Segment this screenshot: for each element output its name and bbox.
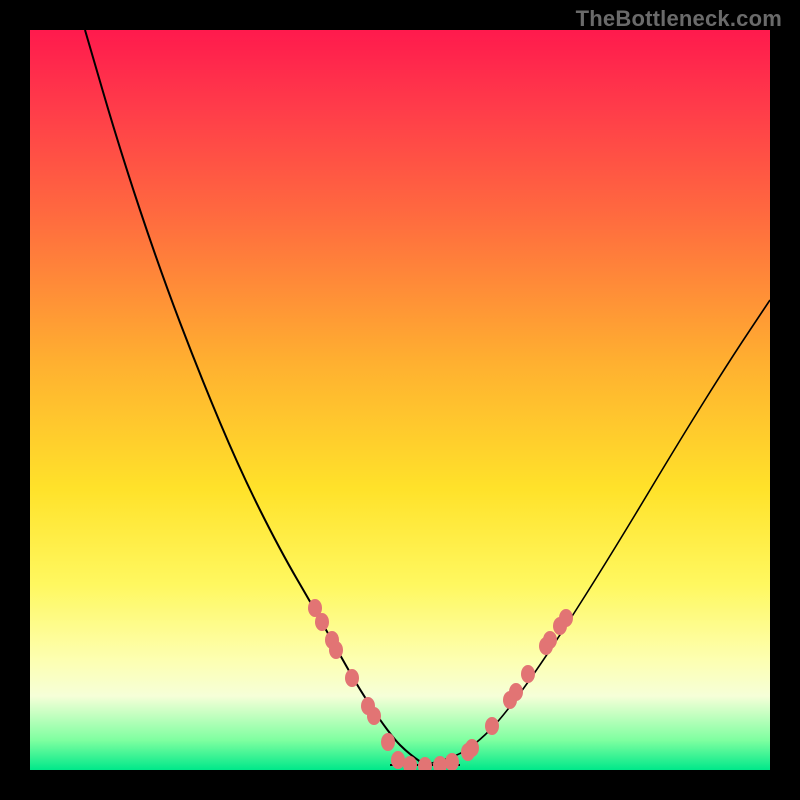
data-dot — [418, 757, 432, 770]
data-dot — [315, 613, 329, 631]
data-dot — [329, 641, 343, 659]
left-curve — [85, 30, 425, 765]
data-dot — [345, 669, 359, 687]
chart-svg — [30, 30, 770, 770]
data-dot — [391, 751, 405, 769]
data-dot — [559, 609, 573, 627]
data-dot — [543, 631, 557, 649]
data-dot — [509, 683, 523, 701]
right-curve — [425, 300, 770, 765]
data-dot — [485, 717, 499, 735]
data-dot — [521, 665, 535, 683]
data-dot — [367, 707, 381, 725]
data-dots — [308, 599, 573, 770]
data-dot — [381, 733, 395, 751]
data-dot — [433, 756, 447, 770]
data-dot — [465, 739, 479, 757]
chart-plot-area — [30, 30, 770, 770]
watermark-text: TheBottleneck.com — [576, 6, 782, 32]
chart-frame: TheBottleneck.com — [0, 0, 800, 800]
